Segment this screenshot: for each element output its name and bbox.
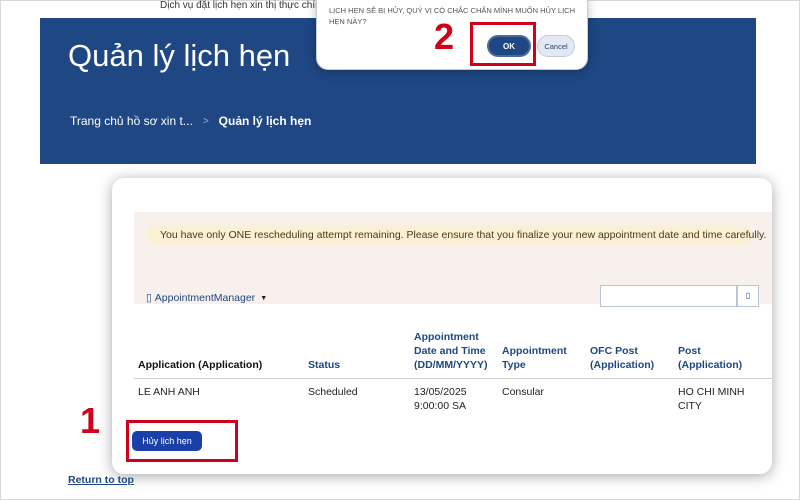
column-ofc-post[interactable]: OFC Post (Application)	[590, 344, 670, 372]
column-appointment-type[interactable]: Appointment Type	[502, 344, 580, 372]
cell-type: Consular	[502, 386, 545, 398]
cancel-button[interactable]: Cancel	[537, 35, 575, 57]
reschedule-alert: You have only ONE rescheduling attempt r…	[146, 225, 766, 245]
step-1-marker: 1	[80, 400, 101, 441]
cell-time: 9:00:00 SA	[414, 400, 466, 412]
cell-post: HO CHI MINH CITY	[678, 386, 745, 412]
doc-icon: ▯	[146, 292, 152, 304]
cell-date: 13/05/2025	[414, 386, 467, 398]
cell-application: LE ANH ANH	[138, 386, 200, 398]
step-2-marker: 2	[434, 16, 455, 57]
cell-status: Scheduled	[308, 386, 358, 398]
breadcrumb-current: Quản lý lịch hẹn	[218, 114, 312, 128]
chevron-down-icon: ▼	[260, 294, 268, 302]
return-to-top-link[interactable]: Return to top	[68, 474, 134, 486]
appointment-manager-menu[interactable]: ▯ AppointmentManager ▼	[146, 292, 267, 304]
ok-highlight-box	[470, 22, 536, 66]
search-icon[interactable]: ▯	[737, 285, 759, 307]
table-header-divider	[134, 378, 772, 379]
column-post[interactable]: Post (Application)	[678, 344, 750, 372]
cancel-appointment-highlight-box	[126, 420, 238, 462]
search-input[interactable]	[600, 285, 737, 307]
column-appointment-date[interactable]: Appointment Date and Time (DD/MM/YYYY)	[414, 330, 494, 372]
breadcrumb-separator: >	[202, 115, 209, 127]
page-title: Quản lý lịch hẹn	[68, 38, 291, 73]
appointment-manager-label: AppointmentManager	[154, 292, 256, 304]
breadcrumb-home-link[interactable]: Trang chủ hồ sơ xin t...	[70, 114, 193, 128]
column-application[interactable]: Application (Application)	[138, 358, 298, 372]
column-status[interactable]: Status	[308, 358, 398, 372]
breadcrumb: Trang chủ hồ sơ xin t... > Quản lý lịch …	[70, 114, 311, 128]
